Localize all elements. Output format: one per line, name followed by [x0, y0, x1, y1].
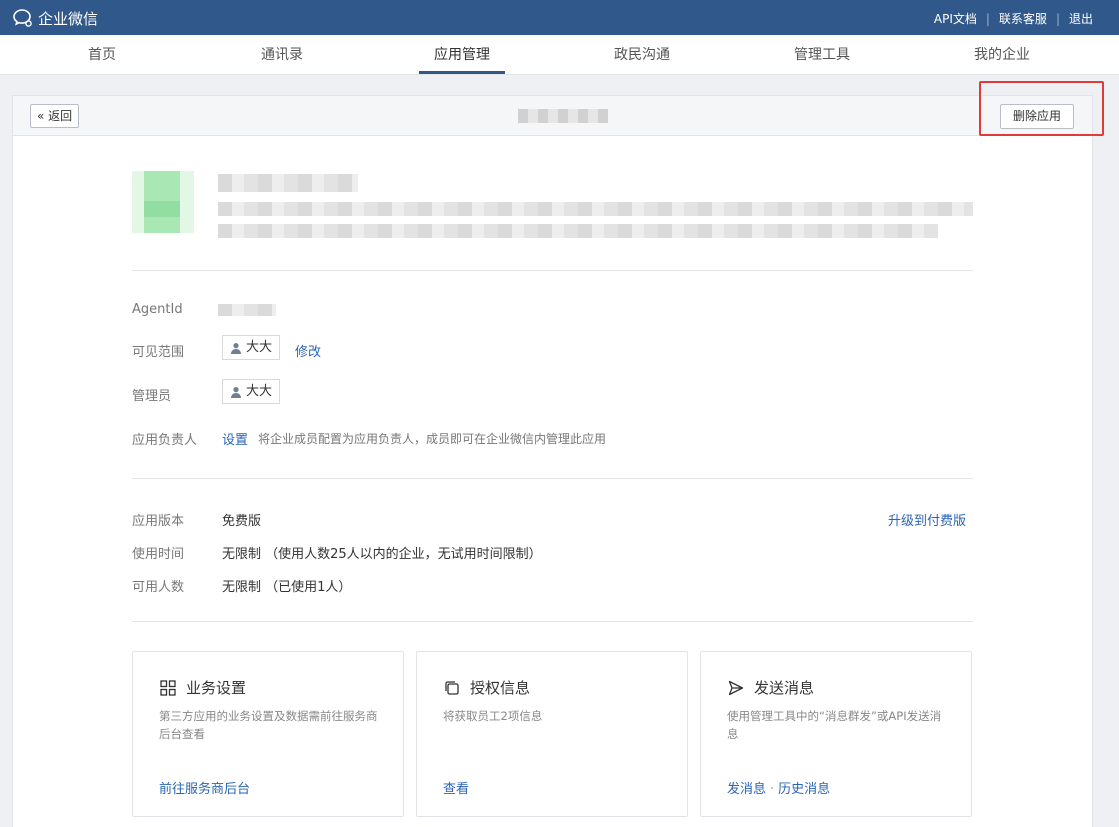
card-title: 授权信息 [443, 677, 530, 698]
top-links: API文档 | 联系客服 | 退出 [934, 10, 1093, 27]
visible-range-label: 可见范围 [132, 345, 185, 360]
separator: | [1055, 11, 1060, 26]
card-business-settings: 业务设置 第三方应用的业务设置及数据需前往服务商后台查看 前往服务商后台 [132, 651, 404, 817]
app-detail-panel: « 返回 删除应用 AgentId 可见范围 大大 修改 管理员 大大 应用负责… [12, 81, 1104, 827]
agentid-label: AgentId [132, 302, 183, 317]
panel-header: « 返回 删除应用 [13, 96, 1092, 136]
divider [132, 478, 973, 479]
message-history-link[interactable]: 历史消息 [778, 782, 830, 797]
api-docs-link[interactable]: API文档 [934, 10, 977, 27]
nav-contacts[interactable]: 通讯录 [222, 35, 342, 75]
nav-app-management[interactable]: 应用管理 [402, 35, 522, 75]
card-title: 业务设置 [159, 677, 246, 698]
edit-visible-range-link[interactable]: 修改 [295, 341, 321, 360]
highlight-box [979, 81, 1104, 136]
admin-tag[interactable]: 大大 [222, 379, 281, 404]
user-icon [231, 342, 241, 354]
go-to-provider-backend-link[interactable]: 前往服务商后台 [159, 782, 250, 797]
back-button[interactable]: « 返回 [30, 104, 80, 128]
card-title-text: 发送消息 [754, 679, 815, 697]
chat-bubble-icon [13, 9, 32, 27]
nav-my-enterprise[interactable]: 我的企业 [942, 35, 1062, 75]
admin-name: 大大 [246, 384, 273, 399]
app-title-redacted [218, 174, 358, 192]
contact-support-link[interactable]: 联系客服 [999, 10, 1047, 27]
brand-logo[interactable]: 企业微信 [12, 8, 98, 28]
divider [132, 621, 973, 622]
nav-management-tools[interactable]: 管理工具 [762, 35, 882, 75]
card-links: 前往服务商后台 [159, 778, 250, 797]
brand-name: 企业微信 [38, 9, 99, 28]
card-send-message: 发送消息 使用管理工具中的“消息群发”或API发送消息 发消息 · 历史消息 [700, 651, 972, 817]
owner-description: 将企业成员配置为应用负责人，成员即可在企业微信内管理此应用 [258, 432, 607, 446]
back-label: 返回 [48, 109, 73, 123]
card-description: 使用管理工具中的“消息群发”或API发送消息 [727, 709, 942, 741]
card-description: 将获取员工2项信息 [443, 709, 543, 723]
version-value: 免费版 [222, 514, 262, 529]
nav-home[interactable]: 首页 [42, 35, 162, 75]
card-links: 查看 [443, 778, 469, 797]
main-nav: 首页 通讯录 应用管理 政民沟通 管理工具 我的企业 [0, 35, 1119, 75]
app-desc-redacted [218, 224, 938, 238]
app-desc-redacted [218, 202, 973, 216]
app-icon [132, 171, 194, 233]
agentid-value-redacted [218, 304, 276, 316]
card-title: 发送消息 [727, 677, 814, 698]
usage-time-label: 使用时间 [132, 547, 185, 562]
copy-icon [445, 680, 459, 695]
version-label: 应用版本 [132, 514, 185, 529]
double-chevron-left-icon: « [37, 109, 45, 123]
logout-link[interactable]: 退出 [1069, 10, 1093, 27]
member-name: 大大 [246, 340, 273, 355]
divider [132, 270, 973, 271]
view-link[interactable]: 查看 [443, 782, 469, 797]
separator: | [985, 11, 990, 26]
send-message-link[interactable]: 发消息 [727, 782, 766, 797]
send-icon [728, 680, 744, 695]
owner-label: 应用负责人 [132, 433, 198, 448]
card-links: 发消息 · 历史消息 [727, 778, 830, 797]
usage-time-value: 无限制 （使用人数25人以内的企业，无试用时间限制） [222, 547, 542, 562]
user-count-value: 无限制 （已使用1人） [222, 580, 352, 595]
dot-separator: · [770, 782, 775, 797]
member-tag[interactable]: 大大 [222, 335, 281, 360]
app-name-redacted [518, 109, 608, 123]
card-authorization-info: 授权信息 将获取员工2项信息 查看 [416, 651, 688, 817]
grid-icon [160, 679, 176, 696]
card-title-text: 授权信息 [470, 679, 531, 697]
nav-gov-communication[interactable]: 政民沟通 [582, 35, 702, 75]
user-icon [231, 386, 241, 398]
card-title-text: 业务设置 [186, 679, 247, 697]
card-description: 第三方应用的业务设置及数据需前往服务商后台查看 [159, 709, 378, 741]
set-owner-link[interactable]: 设置 [222, 429, 248, 448]
upgrade-link[interactable]: 升级到付费版 [888, 510, 966, 529]
top-bar: 企业微信 API文档 | 联系客服 | 退出 [0, 0, 1119, 35]
user-count-label: 可用人数 [132, 580, 185, 595]
admin-label: 管理员 [132, 389, 172, 404]
